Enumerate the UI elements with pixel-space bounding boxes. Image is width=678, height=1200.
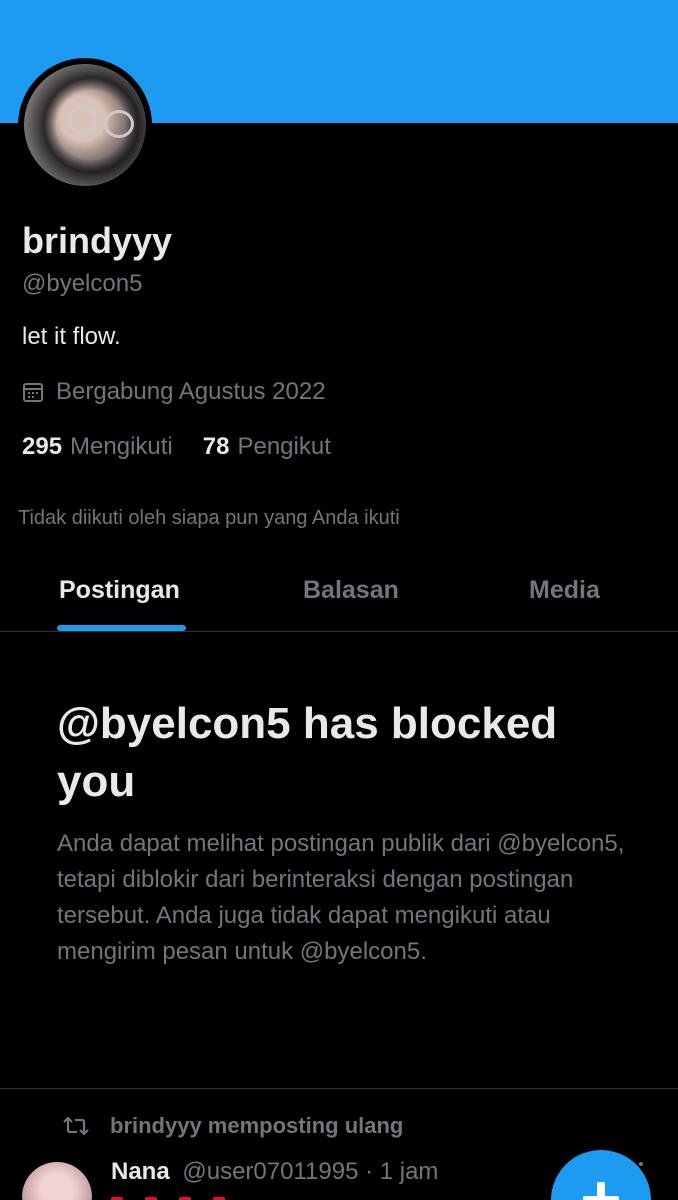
- follow-stats: 295 Mengikuti 78 Pengikut: [22, 433, 361, 461]
- repost-indicator: brindyyy memposting ulang: [62, 1113, 403, 1139]
- following-link[interactable]: 295 Mengikuti: [22, 433, 173, 461]
- followers-count: 78: [202, 433, 230, 460]
- display-name: brindyyy: [22, 220, 173, 261]
- blocked-title: @byelcon5 has blocked you: [57, 699, 558, 806]
- tab-media[interactable]: Media: [529, 576, 600, 605]
- following-label: Mengikuti: [70, 433, 173, 460]
- post-author-name[interactable]: Nana: [111, 1158, 170, 1185]
- profile-bio: let it flow.: [22, 323, 121, 350]
- section-divider: [0, 1088, 678, 1089]
- followers-you-know-note: Tidak diikuti oleh siapa pun yang Anda i…: [18, 507, 400, 529]
- followers-link[interactable]: 78 Pengikut: [203, 433, 331, 461]
- tab-postingan[interactable]: Postingan: [59, 576, 180, 605]
- blocked-description: Anda dapat melihat postingan publik dari…: [57, 830, 625, 965]
- avatar-glasses-right: [104, 110, 134, 138]
- plus-icon-bar: [583, 1196, 619, 1200]
- avatar-glasses-left: [68, 106, 98, 134]
- post-header: Nana @user07011995 · 1 jam: [111, 1158, 438, 1186]
- post-author-avatar[interactable]: [22, 1162, 92, 1200]
- compose-button[interactable]: [551, 1150, 651, 1200]
- tab-balasan[interactable]: Balasan: [303, 576, 399, 605]
- following-count: 295: [22, 433, 63, 460]
- join-date: Bergabung Agustus 2022: [22, 378, 326, 406]
- repost-icon: [63, 1116, 89, 1136]
- followers-label: Pengikut: [237, 433, 331, 460]
- calendar-icon: [23, 383, 43, 402]
- post-text-fragment: [111, 1192, 291, 1200]
- post-more-icon[interactable]: [639, 1162, 643, 1166]
- post-author-meta: @user07011995 · 1 jam: [182, 1158, 439, 1185]
- active-tab-indicator: [57, 625, 186, 631]
- repost-label: brindyyy memposting ulang: [110, 1113, 404, 1138]
- user-handle: @byelcon5: [22, 270, 143, 297]
- profile-avatar[interactable]: [24, 64, 146, 186]
- join-date-text: Bergabung Agustus 2022: [56, 378, 326, 405]
- profile-tabs: Postingan Balasan Media: [0, 560, 678, 632]
